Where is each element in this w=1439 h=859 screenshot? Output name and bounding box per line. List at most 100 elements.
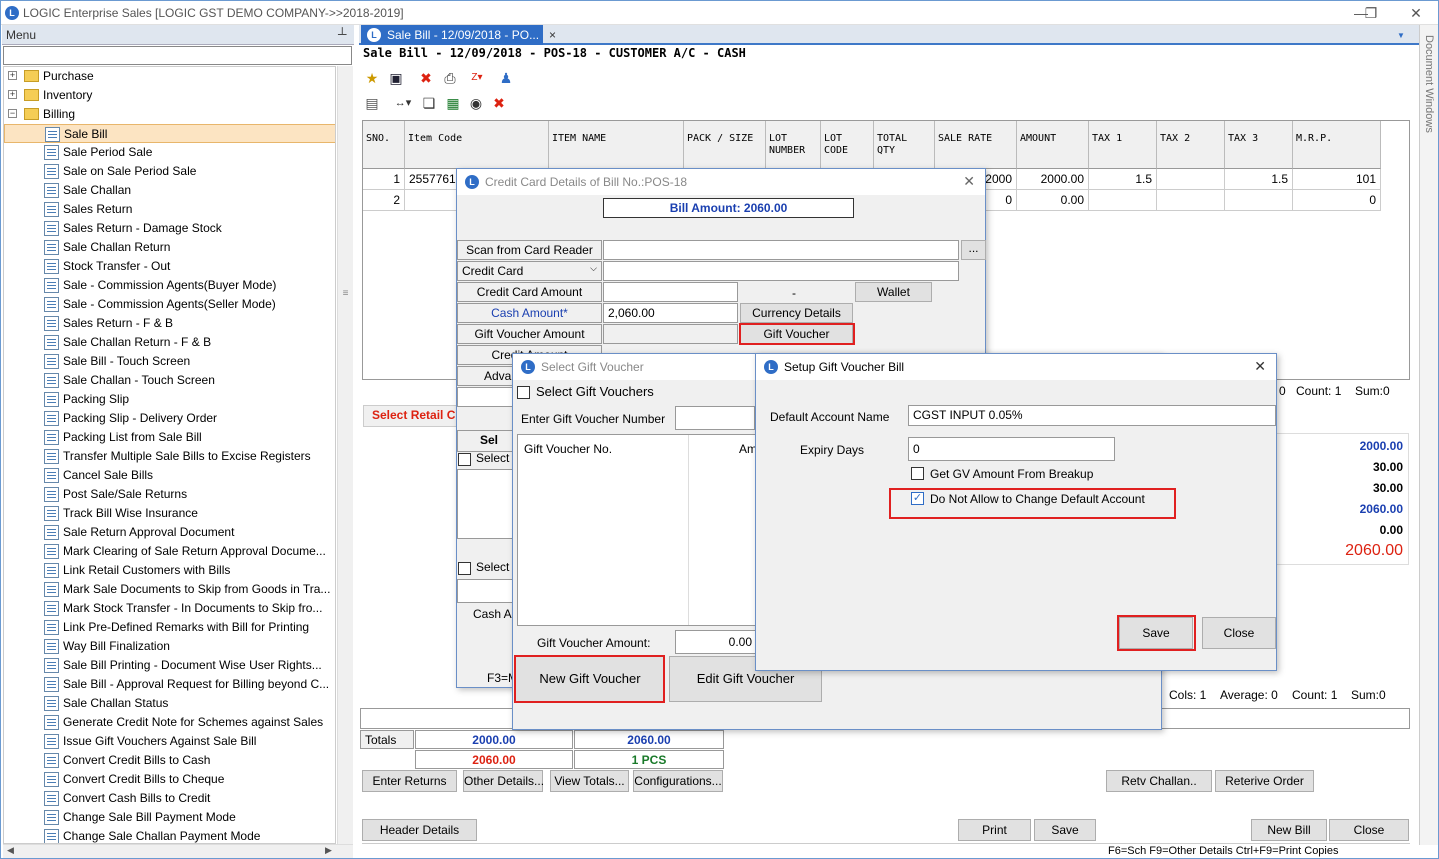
menu-item[interactable]: Convert Cash Bills to Credit xyxy=(4,789,335,808)
menu-item[interactable]: Sale Challan - Touch Screen xyxy=(4,371,335,390)
notes-icon[interactable]: ▤ xyxy=(363,94,381,112)
menu-item[interactable]: Way Bill Finalization xyxy=(4,637,335,656)
menu-item[interactable]: Sale Challan xyxy=(4,181,335,200)
close-icon[interactable]: ✕ xyxy=(963,173,975,190)
menu-item[interactable]: Sale Period Sale xyxy=(4,143,335,162)
menu-item[interactable]: Sales Return - F & B xyxy=(4,314,335,333)
cash-amount-input[interactable]: 2,060.00 xyxy=(603,303,738,323)
grid-cell[interactable]: 0 xyxy=(1293,190,1381,211)
cash-am-input[interactable] xyxy=(457,579,513,603)
menu-item[interactable]: Packing List from Sale Bill xyxy=(4,428,335,447)
menu-item[interactable]: Link Pre-Defined Remarks with Bill for P… xyxy=(4,618,335,637)
grid-header[interactable]: ITEM NAME xyxy=(549,121,684,169)
voucher-number-input[interactable] xyxy=(675,406,755,430)
pin-icon[interactable]: ┴ xyxy=(338,27,347,41)
menu-item[interactable]: Sale Bill - Touch Screen xyxy=(4,352,335,371)
open-icon[interactable]: ★ xyxy=(363,69,381,87)
menu-item[interactable]: Sale Return Approval Document xyxy=(4,523,335,542)
grid-cell[interactable]: 2 xyxy=(363,190,405,211)
menu-item[interactable]: Sale Challan Status xyxy=(4,694,335,713)
grid-cell[interactable] xyxy=(1157,190,1225,211)
close-button[interactable]: Close xyxy=(1329,819,1409,841)
menu-item[interactable]: Generate Credit Note for Schemes against… xyxy=(4,713,335,732)
menu-item[interactable]: + Inventory xyxy=(4,86,335,105)
grid-header[interactable]: AMOUNT xyxy=(1017,121,1089,169)
tab-close-icon[interactable]: × xyxy=(549,28,556,42)
grid-header[interactable]: TOTAL QTY xyxy=(874,121,935,169)
menu-item[interactable]: Convert Credit Bills to Cash xyxy=(4,751,335,770)
cancel-icon[interactable]: ✖ xyxy=(490,94,508,112)
other-details-button[interactable]: Other Details... xyxy=(463,770,544,792)
expand-icon[interactable]: + xyxy=(8,71,17,80)
grid-header[interactable]: TAX 3 xyxy=(1225,121,1293,169)
menu-item[interactable]: Change Sale Challan Payment Mode xyxy=(4,827,335,843)
advance-input[interactable] xyxy=(457,387,513,407)
enter-returns-button[interactable]: Enter Returns xyxy=(362,770,457,792)
menu-item[interactable]: Sale Bill Printing - Document Wise User … xyxy=(4,656,335,675)
retv-challan-button[interactable]: Retv Challan.. xyxy=(1106,770,1212,792)
save-icon[interactable]: ▣ xyxy=(387,69,405,87)
scan-card-input[interactable] xyxy=(603,240,959,260)
menu-vertical-scrollbar[interactable]: ≡ xyxy=(337,66,353,844)
expand-icon[interactable]: − xyxy=(8,109,17,118)
grid-header[interactable]: SALE RATE xyxy=(935,121,1017,169)
print-button[interactable]: Print xyxy=(958,819,1031,841)
card-type-select[interactable]: Credit Card ⌵ xyxy=(457,261,602,281)
menu-item[interactable]: − Billing xyxy=(4,105,335,124)
menu-item[interactable]: Sale Challan Return xyxy=(4,238,335,257)
menu-item[interactable]: Link Retail Customers with Bills xyxy=(4,561,335,580)
menu-item[interactable]: Post Sale/Sale Returns xyxy=(4,485,335,504)
tab-dropdown-icon[interactable]: ▼ xyxy=(1397,31,1405,40)
header-details-button[interactable]: Header Details xyxy=(362,819,477,841)
grid-cell[interactable] xyxy=(1157,169,1225,190)
excel-icon[interactable]: ▦ xyxy=(444,94,462,112)
new-bill-button[interactable]: New Bill xyxy=(1251,819,1327,841)
menu-item[interactable]: Sale Bill xyxy=(4,124,335,143)
menu-item[interactable]: Sales Return - Damage Stock xyxy=(4,219,335,238)
menu-item[interactable]: Sales Return xyxy=(4,200,335,219)
selection-list[interactable] xyxy=(457,469,513,539)
grid-header[interactable]: TAX 2 xyxy=(1157,121,1225,169)
menu-item[interactable]: Sale Challan Return - F & B xyxy=(4,333,335,352)
grid-cell[interactable]: 1.5 xyxy=(1089,169,1157,190)
copy-icon[interactable]: ❏ xyxy=(420,94,438,112)
menu-item[interactable]: Transfer Multiple Sale Bills to Excise R… xyxy=(4,447,335,466)
select-c1-checkbox[interactable] xyxy=(458,453,471,466)
cc-amount-input[interactable] xyxy=(603,282,738,302)
restore-icon[interactable]: ❐ xyxy=(1361,4,1381,22)
retrieve-order-button[interactable]: Reterive Order xyxy=(1215,770,1314,792)
grid-cell[interactable]: 0.00 xyxy=(1017,190,1089,211)
grid-header[interactable]: M.R.P. xyxy=(1293,121,1381,169)
expand-icon[interactable]: + xyxy=(8,90,17,99)
close-icon[interactable]: ✕ xyxy=(1254,358,1266,375)
menu-item[interactable]: Mark Clearing of Sale Return Approval Do… xyxy=(4,542,335,561)
wallet-button[interactable]: Wallet xyxy=(855,282,932,302)
save-button[interactable]: Save xyxy=(1034,819,1096,841)
grid-cell[interactable] xyxy=(1225,190,1293,211)
select-all-checkbox[interactable] xyxy=(517,386,530,399)
menu-item[interactable]: Cancel Sale Bills xyxy=(4,466,335,485)
view-totals-button[interactable]: View Totals... xyxy=(550,770,629,792)
grid-header[interactable]: PACK / SIZE xyxy=(684,121,766,169)
users-icon[interactable]: ♟ xyxy=(497,69,515,87)
menu-horizontal-scrollbar[interactable]: ◀ ▶ xyxy=(3,844,353,858)
setup-close-button[interactable]: Close xyxy=(1202,617,1276,649)
delete-icon[interactable]: ✖ xyxy=(417,69,435,87)
grid-header[interactable]: LOT CODE xyxy=(821,121,874,169)
get-gv-checkbox[interactable] xyxy=(911,467,924,480)
menu-item[interactable]: Packing Slip - Delivery Order xyxy=(4,409,335,428)
grid-cell[interactable]: 1 xyxy=(363,169,405,190)
menu-item[interactable]: Change Sale Bill Payment Mode xyxy=(4,808,335,827)
grid-header[interactable]: TAX 1 xyxy=(1089,121,1157,169)
grid-cell[interactable] xyxy=(1089,190,1157,211)
menu-item[interactable]: Sale - Commission Agents(Seller Mode) xyxy=(4,295,335,314)
tab-sale-bill[interactable]: L Sale Bill - 12/09/2018 - PO... xyxy=(361,25,543,45)
menu-item[interactable]: Convert Credit Bills to Cheque xyxy=(4,770,335,789)
menu-item[interactable]: + Purchase xyxy=(4,67,335,86)
grid-header[interactable]: LOT NUMBER xyxy=(766,121,821,169)
menu-search-input[interactable] xyxy=(3,46,352,65)
expiry-days-input[interactable]: 0 xyxy=(908,437,1115,461)
menu-item[interactable]: Mark Stock Transfer - In Documents to Sk… xyxy=(4,599,335,618)
default-account-input[interactable]: CGST INPUT 0.05% xyxy=(908,405,1276,426)
find-icon[interactable]: ◉ xyxy=(467,94,485,112)
